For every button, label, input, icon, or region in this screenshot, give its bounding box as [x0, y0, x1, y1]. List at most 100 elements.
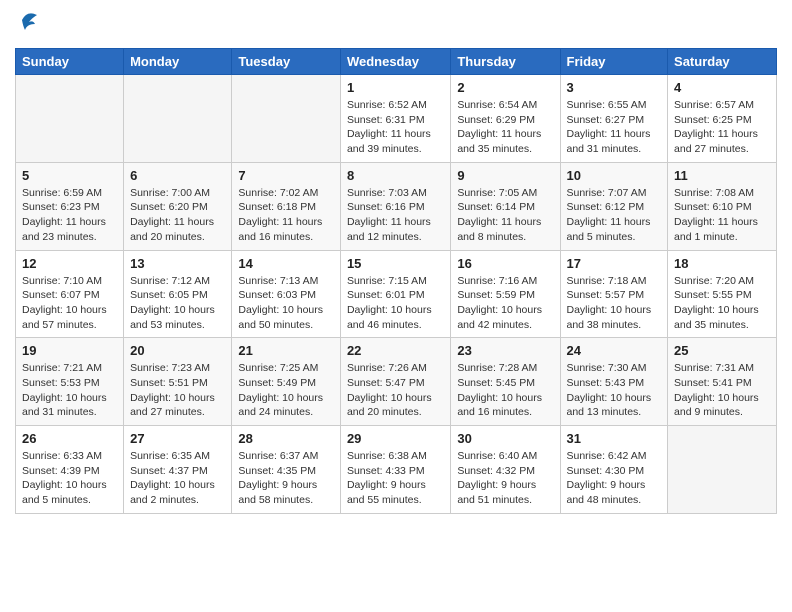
day-number: 27 [130, 431, 225, 446]
header-friday: Friday [560, 49, 668, 75]
header-thursday: Thursday [451, 49, 560, 75]
day-number: 24 [567, 343, 662, 358]
day-info: Sunrise: 7:07 AM Sunset: 6:12 PM Dayligh… [567, 186, 662, 245]
day-info: Sunrise: 6:38 AM Sunset: 4:33 PM Dayligh… [347, 449, 444, 508]
day-info: Sunrise: 7:08 AM Sunset: 6:10 PM Dayligh… [674, 186, 770, 245]
calendar-cell: 14 Sunrise: 7:13 AM Sunset: 6:03 PM Dayli… [232, 250, 341, 338]
day-number: 22 [347, 343, 444, 358]
logo [15, 10, 37, 40]
calendar-cell: 24 Sunrise: 7:30 AM Sunset: 5:43 PM Dayli… [560, 338, 668, 426]
calendar-cell: 19Sunrise: 7:21 AM Sunset: 5:53 PM Dayli… [16, 338, 124, 426]
calendar-cell: 8 Sunrise: 7:03 AM Sunset: 6:16 PM Daylig… [340, 162, 450, 250]
page: SundayMondayTuesdayWednesdayThursdayFrid… [0, 0, 792, 612]
day-number: 25 [674, 343, 770, 358]
calendar-cell: 6 Sunrise: 7:00 AM Sunset: 6:20 PM Daylig… [124, 162, 232, 250]
calendar-cell: 26 Sunrise: 6:33 AM Sunset: 4:39 PM Dayli… [16, 426, 124, 514]
header-sunday: Sunday [16, 49, 124, 75]
calendar-week-2: 5Sunrise: 6:59 AM Sunset: 6:23 PM Daylig… [16, 162, 777, 250]
header-tuesday: Tuesday [232, 49, 341, 75]
day-number: 31 [567, 431, 662, 446]
calendar-week-4: 19Sunrise: 7:21 AM Sunset: 5:53 PM Dayli… [16, 338, 777, 426]
day-number: 10 [567, 168, 662, 183]
calendar-cell: 27 Sunrise: 6:35 AM Sunset: 4:37 PM Dayli… [124, 426, 232, 514]
day-info: Sunrise: 7:10 AM Sunset: 6:07 PM Dayligh… [22, 274, 117, 333]
day-info: Sunrise: 6:54 AM Sunset: 6:29 PM Dayligh… [457, 98, 553, 157]
day-info: Sunrise: 7:26 AM Sunset: 5:47 PM Dayligh… [347, 361, 444, 420]
day-number: 16 [457, 256, 553, 271]
day-number: 9 [457, 168, 553, 183]
calendar-cell: 5Sunrise: 6:59 AM Sunset: 6:23 PM Daylig… [16, 162, 124, 250]
day-number: 18 [674, 256, 770, 271]
header-saturday: Saturday [668, 49, 777, 75]
day-info: Sunrise: 7:03 AM Sunset: 6:16 PM Dayligh… [347, 186, 444, 245]
day-number: 1 [347, 80, 444, 95]
day-number: 7 [238, 168, 334, 183]
calendar-cell: 11 Sunrise: 7:08 AM Sunset: 6:10 PM Dayli… [668, 162, 777, 250]
day-info: Sunrise: 6:55 AM Sunset: 6:27 PM Dayligh… [567, 98, 662, 157]
day-number: 20 [130, 343, 225, 358]
calendar-cell: 21Sunrise: 7:25 AM Sunset: 5:49 PM Dayli… [232, 338, 341, 426]
calendar-week-3: 12Sunrise: 7:10 AM Sunset: 6:07 PM Dayli… [16, 250, 777, 338]
day-number: 30 [457, 431, 553, 446]
day-number: 23 [457, 343, 553, 358]
day-number: 13 [130, 256, 225, 271]
day-number: 11 [674, 168, 770, 183]
calendar-cell [668, 426, 777, 514]
calendar-week-5: 26 Sunrise: 6:33 AM Sunset: 4:39 PM Dayli… [16, 426, 777, 514]
calendar-cell: 17 Sunrise: 7:18 AM Sunset: 5:57 PM Dayli… [560, 250, 668, 338]
day-number: 8 [347, 168, 444, 183]
day-number: 3 [567, 80, 662, 95]
calendar-cell: 15Sunrise: 7:15 AM Sunset: 6:01 PM Dayli… [340, 250, 450, 338]
day-number: 6 [130, 168, 225, 183]
calendar-cell: 7 Sunrise: 7:02 AM Sunset: 6:18 PM Daylig… [232, 162, 341, 250]
day-info: Sunrise: 7:30 AM Sunset: 5:43 PM Dayligh… [567, 361, 662, 420]
day-number: 21 [238, 343, 334, 358]
calendar-cell: 3 Sunrise: 6:55 AM Sunset: 6:27 PM Daylig… [560, 75, 668, 163]
day-info: Sunrise: 6:40 AM Sunset: 4:32 PM Dayligh… [457, 449, 553, 508]
calendar-week-1: 1Sunrise: 6:52 AM Sunset: 6:31 PM Daylig… [16, 75, 777, 163]
calendar-cell: 2Sunrise: 6:54 AM Sunset: 6:29 PM Daylig… [451, 75, 560, 163]
day-info: Sunrise: 7:00 AM Sunset: 6:20 PM Dayligh… [130, 186, 225, 245]
logo-bird-icon [17, 10, 37, 40]
day-info: Sunrise: 7:28 AM Sunset: 5:45 PM Dayligh… [457, 361, 553, 420]
calendar-table: SundayMondayTuesdayWednesdayThursdayFrid… [15, 48, 777, 514]
day-info: Sunrise: 7:16 AM Sunset: 5:59 PM Dayligh… [457, 274, 553, 333]
calendar-cell: 30 Sunrise: 6:40 AM Sunset: 4:32 PM Dayli… [451, 426, 560, 514]
calendar-cell [16, 75, 124, 163]
day-number: 15 [347, 256, 444, 271]
calendar-cell: 16 Sunrise: 7:16 AM Sunset: 5:59 PM Dayli… [451, 250, 560, 338]
logo-text [15, 10, 37, 40]
day-info: Sunrise: 7:31 AM Sunset: 5:41 PM Dayligh… [674, 361, 770, 420]
day-info: Sunrise: 7:02 AM Sunset: 6:18 PM Dayligh… [238, 186, 334, 245]
day-number: 28 [238, 431, 334, 446]
day-number: 17 [567, 256, 662, 271]
calendar-cell [232, 75, 341, 163]
day-info: Sunrise: 7:13 AM Sunset: 6:03 PM Dayligh… [238, 274, 334, 333]
calendar-cell: 25 Sunrise: 7:31 AM Sunset: 5:41 PM Dayli… [668, 338, 777, 426]
calendar-cell: 9 Sunrise: 7:05 AM Sunset: 6:14 PM Daylig… [451, 162, 560, 250]
day-number: 29 [347, 431, 444, 446]
calendar-cell: 20 Sunrise: 7:23 AM Sunset: 5:51 PM Dayli… [124, 338, 232, 426]
day-info: Sunrise: 7:05 AM Sunset: 6:14 PM Dayligh… [457, 186, 553, 245]
day-info: Sunrise: 6:42 AM Sunset: 4:30 PM Dayligh… [567, 449, 662, 508]
header [15, 10, 777, 40]
day-number: 4 [674, 80, 770, 95]
day-number: 14 [238, 256, 334, 271]
day-info: Sunrise: 6:59 AM Sunset: 6:23 PM Dayligh… [22, 186, 117, 245]
calendar-cell: 18Sunrise: 7:20 AM Sunset: 5:55 PM Dayli… [668, 250, 777, 338]
day-info: Sunrise: 7:23 AM Sunset: 5:51 PM Dayligh… [130, 361, 225, 420]
calendar-cell: 1Sunrise: 6:52 AM Sunset: 6:31 PM Daylig… [340, 75, 450, 163]
header-monday: Monday [124, 49, 232, 75]
calendar-header-row: SundayMondayTuesdayWednesdayThursdayFrid… [16, 49, 777, 75]
day-info: Sunrise: 6:33 AM Sunset: 4:39 PM Dayligh… [22, 449, 117, 508]
calendar-cell: 12Sunrise: 7:10 AM Sunset: 6:07 PM Dayli… [16, 250, 124, 338]
day-info: Sunrise: 7:12 AM Sunset: 6:05 PM Dayligh… [130, 274, 225, 333]
day-info: Sunrise: 6:35 AM Sunset: 4:37 PM Dayligh… [130, 449, 225, 508]
calendar-cell: 4Sunrise: 6:57 AM Sunset: 6:25 PM Daylig… [668, 75, 777, 163]
day-info: Sunrise: 6:37 AM Sunset: 4:35 PM Dayligh… [238, 449, 334, 508]
day-info: Sunrise: 7:18 AM Sunset: 5:57 PM Dayligh… [567, 274, 662, 333]
calendar-cell: 13 Sunrise: 7:12 AM Sunset: 6:05 PM Dayli… [124, 250, 232, 338]
day-number: 19 [22, 343, 117, 358]
day-number: 26 [22, 431, 117, 446]
header-wednesday: Wednesday [340, 49, 450, 75]
